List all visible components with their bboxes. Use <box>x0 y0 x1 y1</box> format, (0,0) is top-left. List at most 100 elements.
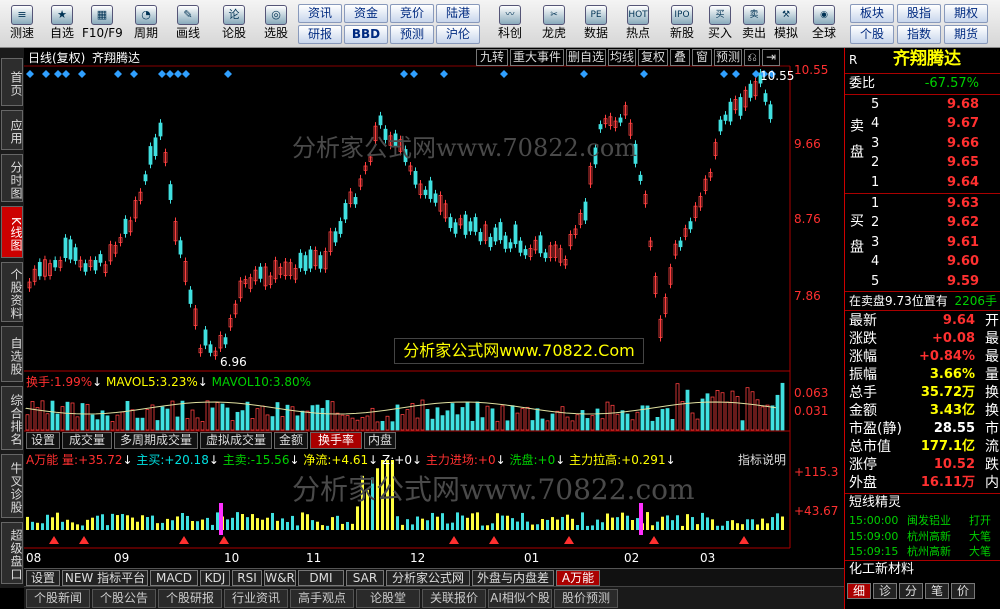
indicator-tab-5[interactable]: W&R <box>264 570 296 586</box>
short-row-1[interactable]: 15:09:00 杭州高新 大笔 <box>845 529 1000 545</box>
news-tab-6[interactable]: 关联报价 <box>422 589 486 608</box>
tool-6[interactable]: ◎ 选股 <box>256 2 296 46</box>
kline-chart-area[interactable]: 日线(复权) 齐翔腾达 九转 重大事件 删自选 均线 复权叠窗预测 ⎌ ⇥ 10.55 9.… <box>24 48 844 568</box>
tool-5[interactable]: 论论股 <box>214 2 254 46</box>
subtab-0[interactable]: 设置 <box>26 432 60 449</box>
tool2-8[interactable]: ◉ 全球 <box>806 2 842 46</box>
short-row-0[interactable]: 15:00:00 闽发铝业 打开 <box>845 513 1000 529</box>
detail-tab-3[interactable]: 笔 <box>925 583 949 599</box>
left-tab-4[interactable]: 个股资料 <box>1 262 23 322</box>
pill-bottom-1[interactable]: BBD <box>344 25 388 44</box>
news-tab-3[interactable]: 行业资讯 <box>224 589 288 608</box>
indicator-tab-6[interactable]: DMI <box>298 570 344 586</box>
pill-right-bottom-2[interactable]: 期货 <box>944 25 988 44</box>
indicator-tab-2[interactable]: MACD <box>150 570 198 586</box>
news-tab-7[interactable]: AI相似个股 <box>488 589 552 608</box>
news-tab-0[interactable]: 个股新闻 <box>26 589 90 608</box>
detail-tab-1[interactable]: 诊 <box>873 583 897 599</box>
tool2-5[interactable]: 买买入 <box>702 2 738 46</box>
chart-header-btn-0[interactable]: 九转 <box>476 49 508 66</box>
subtab-5[interactable]: 换手率 <box>310 432 362 449</box>
left-tab-0[interactable]: 首页 <box>1 58 23 106</box>
pill-top-1[interactable]: 资金 <box>344 4 388 23</box>
detail-tab-2[interactable]: 分 <box>899 583 923 599</box>
indicator-tab-10[interactable]: A万能 <box>556 570 600 586</box>
subtab-6[interactable]: 内盘 <box>364 432 396 449</box>
sells-row-0[interactable]: 5 9.68 <box>845 96 1000 114</box>
chart-header-btn-9[interactable]: ⇥ <box>762 49 780 66</box>
detail-tab-4[interactable]: 价 <box>951 583 975 599</box>
detail-tab-0[interactable]: 细 <box>847 583 871 599</box>
indicator-tab-0[interactable]: 设置 <box>26 570 60 586</box>
tool-3[interactable]: ◔ 周期 <box>126 2 166 46</box>
indicator-tab-3[interactable]: KDJ <box>200 570 230 586</box>
indicator-tab-4[interactable]: RSI <box>232 570 262 586</box>
pill-right-top-1[interactable]: 股指 <box>897 4 941 23</box>
left-tab-3[interactable]: K线图 <box>1 206 23 258</box>
buys-row-4[interactable]: 5 9.59 <box>845 273 1000 291</box>
chart-header-btn-3[interactable]: 均线 <box>608 49 636 66</box>
buys-row-0[interactable]: 1 9.63 <box>845 195 1000 213</box>
news-tab-4[interactable]: 高手观点 <box>290 589 354 608</box>
pill-top-0[interactable]: 资讯 <box>298 4 342 23</box>
indicator-tab-7[interactable]: SAR <box>346 570 384 586</box>
sells-row-3[interactable]: 2 9.65 <box>845 154 1000 172</box>
sells-row-2[interactable]: 3 9.66 <box>845 135 1000 153</box>
pill-right-bottom-1[interactable]: 指数 <box>897 25 941 44</box>
tool2-0[interactable]: 〰科创 <box>492 2 528 46</box>
chart-header-btn-2[interactable]: 删自选 <box>566 49 606 66</box>
pill-bottom-0[interactable]: 研报 <box>298 25 342 44</box>
tool-1[interactable]: ★ 自选 <box>42 2 82 46</box>
chart-header-btn-7[interactable]: 预测 <box>714 49 742 66</box>
news-tab-8[interactable]: 股价预测 <box>554 589 618 608</box>
news-tab-5[interactable]: 论股堂 <box>356 589 420 608</box>
tool2-2[interactable]: PE 数据 <box>578 2 614 46</box>
chart-header-btn-8[interactable]: ⎌ <box>744 49 760 66</box>
tool2-7[interactable]: ⚒ 模拟 <box>768 2 804 46</box>
indicator-tab-1[interactable]: NEW 指标平台 <box>62 570 148 586</box>
left-tab-8[interactable]: 超级盘口 <box>1 522 23 584</box>
indicator-tab-9[interactable]: 外盘与内盘差 <box>472 570 554 586</box>
pill-top-3[interactable]: 陆港 <box>436 4 480 23</box>
news-tab-1[interactable]: 个股公告 <box>92 589 156 608</box>
chart-header-btn-5[interactable]: 叠 <box>670 49 690 66</box>
pill-bottom-3[interactable]: 沪伦 <box>436 25 480 44</box>
tool2-4[interactable]: IPO 新股 <box>664 2 700 46</box>
pill-top-2[interactable]: 竞价 <box>390 4 434 23</box>
tool-0[interactable]: ≡ 测速 <box>2 2 42 46</box>
subtab-1[interactable]: 成交量 <box>62 432 112 449</box>
ind2-bar <box>336 515 339 530</box>
short-row-2[interactable]: 15:09:15 杭州高新 大笔 <box>845 544 1000 560</box>
indicator-tab-8[interactable]: 分析家公式网 <box>386 570 470 586</box>
chart-header-btn-6[interactable]: 窗 <box>692 49 712 66</box>
news-tab-2[interactable]: 个股研报 <box>158 589 222 608</box>
tool2-1[interactable]: ✂ 龙虎 <box>536 2 572 46</box>
indicator-help-button[interactable]: 指标说明 <box>734 453 790 470</box>
subtab-3[interactable]: 虚拟成交量 <box>200 432 272 449</box>
left-tab-5[interactable]: 自选股 <box>1 326 23 382</box>
buys-row-3[interactable]: 4 9.60 <box>845 253 1000 271</box>
tool-2[interactable]: ▦ F10/F9 <box>82 2 123 46</box>
left-tab-7[interactable]: 牛叉诊股 <box>1 454 23 518</box>
subtab-4[interactable]: 金额 <box>274 432 308 449</box>
subtab-2[interactable]: 多周期成交量 <box>114 432 198 449</box>
sells-row-4[interactable]: 1 9.64 <box>845 174 1000 192</box>
pill-right-top-0[interactable]: 板块 <box>850 4 894 23</box>
tool2-3[interactable]: HOT 热点 <box>620 2 656 46</box>
buys-row-1[interactable]: 2 9.62 <box>845 214 1000 232</box>
pill-right-top-2[interactable]: 期权 <box>944 4 988 23</box>
chart-header-btn-4[interactable]: 复权 <box>638 49 668 66</box>
pill-right-bottom-0[interactable]: 个股 <box>850 25 894 44</box>
pill-bottom-2[interactable]: 预测 <box>390 25 434 44</box>
left-tab-2[interactable]: 分时图 <box>1 154 23 202</box>
volume-bar <box>390 421 395 431</box>
buy-arrow <box>649 536 659 544</box>
sector-name[interactable]: 化工新材料 <box>849 561 914 579</box>
sells-row-1[interactable]: 4 9.67 <box>845 115 1000 133</box>
tool2-6[interactable]: 卖卖出 <box>736 2 772 46</box>
chart-header-btn-1[interactable]: 重大事件 <box>510 49 564 66</box>
left-tab-1[interactable]: 应用 <box>1 110 23 150</box>
buys-row-2[interactable]: 3 9.61 <box>845 234 1000 252</box>
tool-4[interactable]: ✎ 画线 <box>168 2 208 46</box>
left-tab-6[interactable]: 综合排名 <box>1 386 23 450</box>
